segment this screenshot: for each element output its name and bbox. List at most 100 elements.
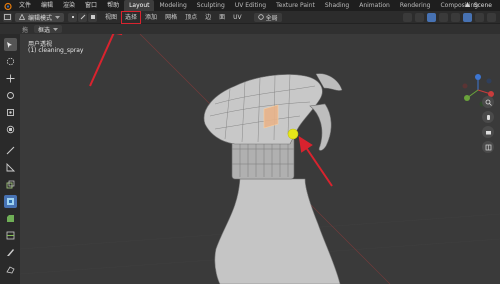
inset-icon	[6, 198, 14, 205]
move-icon	[6, 74, 14, 83]
tab-sculpting[interactable]: Sculpting	[192, 0, 230, 11]
transform-orientation-select[interactable]: 全局	[253, 12, 282, 22]
selected-face	[263, 104, 279, 129]
edge-select-button[interactable]	[78, 12, 88, 22]
cursor-tool[interactable]	[4, 55, 17, 68]
inset-tool[interactable]	[3, 195, 17, 208]
blender-logo-icon[interactable]	[0, 0, 14, 11]
measure-tool[interactable]	[4, 161, 17, 174]
menu-mesh[interactable]: 网格	[161, 11, 181, 24]
bevel-tool[interactable]	[4, 212, 17, 225]
menu-view[interactable]: 视图	[101, 11, 121, 24]
select-box-icon	[7, 41, 12, 48]
extrude-tool[interactable]	[4, 178, 17, 191]
annotate-icon	[6, 146, 14, 155]
viewport-header: 编辑模式 视图 选择 添加 网格 顶点 边 面 UV 全局	[0, 10, 500, 24]
camera-view-button[interactable]	[482, 126, 494, 138]
proportional-edit-icon[interactable]	[415, 13, 424, 22]
bevel-icon	[6, 215, 14, 222]
tool-settings-row: 拖 框选	[0, 24, 500, 34]
editor-type-button[interactable]	[3, 12, 12, 22]
scene-selector[interactable]: Scene	[464, 0, 500, 11]
3d-viewport[interactable]: 用户透视 (1) cleaning_spray	[20, 34, 500, 284]
menu-vertex[interactable]: 顶点	[181, 11, 201, 24]
viewport-scene	[20, 34, 500, 284]
vertex-icon	[71, 16, 74, 18]
viewport-icon	[4, 14, 11, 20]
mode-label: 编辑模式	[28, 14, 53, 22]
poly-build-tool[interactable]	[4, 263, 17, 276]
solid-shading-icon[interactable]	[463, 13, 472, 22]
tab-modeling[interactable]: Modeling	[154, 0, 191, 11]
edit-mode-icon	[19, 14, 25, 20]
poly-build-icon	[5, 266, 15, 274]
menu-add[interactable]: 添加	[141, 11, 161, 24]
scene-name: Scene	[473, 2, 492, 9]
highlight-dot-icon	[287, 128, 299, 140]
sprayer-trigger	[309, 103, 332, 151]
edge-icon	[80, 14, 85, 20]
transform-icon	[6, 125, 14, 134]
left-toolbar	[0, 34, 20, 284]
material-shading-icon[interactable]	[475, 13, 484, 22]
annotate-tool[interactable]	[4, 144, 17, 157]
orientation-label: 全局	[265, 14, 278, 22]
xray-icon[interactable]	[439, 13, 448, 22]
hand-icon	[486, 114, 490, 120]
menu-uv[interactable]: UV	[229, 11, 246, 24]
scene-icon	[464, 1, 471, 10]
perspective-toggle-button[interactable]	[482, 141, 494, 153]
overlay-toggle-icon[interactable]	[427, 13, 436, 22]
menu-help[interactable]: 帮助	[102, 0, 124, 11]
cursor-icon	[6, 57, 14, 66]
tab-rendering[interactable]: Rendering	[395, 0, 436, 11]
tab-animation[interactable]: Animation	[354, 0, 395, 11]
menu-render[interactable]: 渲染	[58, 0, 80, 11]
grid-icon	[485, 144, 491, 150]
menu-window[interactable]: 窗口	[80, 0, 102, 11]
loop-cut-icon	[6, 231, 14, 240]
header-right-icons	[403, 13, 496, 22]
menu-edge[interactable]: 边	[201, 11, 215, 24]
measure-icon	[6, 163, 15, 172]
extrude-icon	[6, 180, 14, 189]
rotate-tool[interactable]	[4, 89, 17, 102]
menu-file[interactable]: 文件	[14, 0, 36, 11]
select-mode-dropdown[interactable]: 框选	[34, 25, 63, 34]
zoom-icon	[485, 99, 492, 106]
tab-uv-editing[interactable]: UV Editing	[230, 0, 271, 11]
scale-icon	[6, 109, 14, 116]
sprayer-head	[203, 74, 323, 145]
mode-select[interactable]: 编辑模式	[15, 12, 65, 22]
tab-shading[interactable]: Shading	[320, 0, 354, 11]
menu-face[interactable]: 面	[215, 11, 229, 24]
face-icon	[90, 15, 95, 19]
select-mode-label: 框选	[38, 26, 51, 34]
face-select-button[interactable]	[88, 12, 98, 22]
menu-edit[interactable]: 编辑	[36, 0, 58, 11]
loop-cut-tool[interactable]	[4, 229, 17, 242]
rotate-icon	[6, 92, 14, 99]
object-name: (1) cleaning_spray	[28, 47, 84, 54]
top-menu-bar: 文件 编辑 渲染 窗口 帮助 Layout Modeling Sculpting…	[0, 0, 500, 11]
pan-button[interactable]	[482, 111, 494, 123]
menu-select[interactable]: 选择	[121, 10, 142, 24]
wireframe-shading-icon[interactable]	[451, 13, 460, 22]
zoom-button[interactable]	[482, 96, 494, 108]
camera-icon	[485, 130, 491, 134]
knife-tool[interactable]	[4, 246, 17, 259]
chevron-down-icon	[53, 27, 59, 31]
transform-tool[interactable]	[4, 123, 17, 136]
chevron-down-icon	[55, 15, 61, 19]
vertex-select-button[interactable]	[68, 12, 78, 22]
tab-texture-paint[interactable]: Texture Paint	[271, 0, 320, 11]
snap-icon[interactable]	[403, 13, 412, 22]
orientation-icon	[257, 14, 264, 20]
knife-icon	[6, 249, 14, 256]
rendered-shading-icon[interactable]	[487, 13, 496, 22]
move-tool[interactable]	[4, 72, 17, 85]
select-box-tool[interactable]	[3, 38, 17, 51]
tab-layout[interactable]: Layout	[124, 0, 155, 11]
drag-label: 拖	[22, 26, 29, 34]
scale-tool[interactable]	[4, 106, 17, 119]
